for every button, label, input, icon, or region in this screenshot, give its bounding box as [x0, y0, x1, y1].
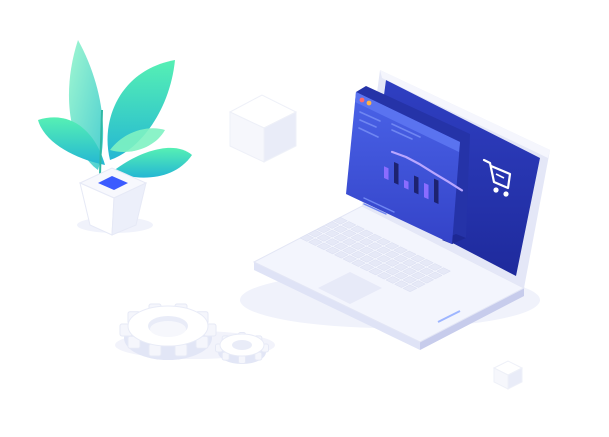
illustration-stage	[0, 0, 609, 437]
isometric-illustration	[38, 40, 550, 390]
plant-in-pot	[38, 40, 192, 236]
gear-large	[119, 303, 217, 360]
bar-chart-bar	[414, 175, 419, 195]
window-dot-red	[359, 97, 365, 103]
floating-cube-small	[492, 360, 524, 390]
window-dot-orange	[366, 100, 372, 106]
plant-leaves	[38, 40, 192, 178]
floating-cube-large	[228, 94, 298, 163]
bar-chart-bar	[394, 162, 399, 185]
bar-chart-bar	[434, 178, 439, 204]
bar-chart-bar	[384, 166, 389, 180]
gear-tooth	[238, 355, 246, 364]
gear-small	[215, 332, 269, 364]
plant-pot	[78, 167, 148, 236]
bar-chart-bar	[424, 182, 429, 200]
